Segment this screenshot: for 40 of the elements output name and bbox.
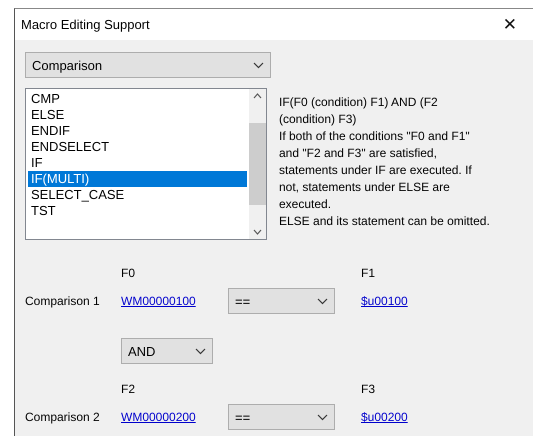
list-item[interactable]: ENDIF [28,123,247,139]
device-link[interactable]: $u00200 [361,410,408,424]
description-text: statements under IF are executed. If [279,162,473,179]
scroll-down-icon[interactable] [253,229,262,235]
list-item[interactable]: IF(MULTI) [28,171,247,187]
operator-dropdown[interactable]: == [228,288,335,314]
list-item[interactable]: SELECT_CASE [28,187,247,203]
chevron-down-icon [195,348,206,354]
list-item[interactable]: ENDSELECT [28,139,247,155]
logic-dropdown[interactable]: AND [121,338,213,364]
description-text: (condition) F3) [279,111,358,128]
window-title: Macro Editing Support [21,17,150,32]
description-text: ELSE and its statement can be omitted. [279,213,490,230]
description-text: IF(F0 (condition) F1) AND (F2 [279,94,439,111]
device-link[interactable]: WM00000100 [121,294,196,308]
field-heading: F1 [360,266,376,282]
description-text: not, statements under ELSE are [279,179,451,196]
device-link[interactable]: WM00000200 [121,410,196,424]
field-heading: F3 [360,382,376,398]
scrollbar[interactable] [249,89,266,239]
operator-dropdown[interactable]: == [228,404,335,430]
scroll-up-icon[interactable] [253,93,262,99]
field-heading: F2 [121,382,136,398]
list-item[interactable]: IF [28,155,247,171]
comparison-label: Comparison 1 [25,294,101,308]
category-dropdown[interactable]: Comparison [25,52,271,78]
device-link[interactable]: $u00100 [361,294,408,308]
field-heading: F0 [121,266,136,282]
list-item[interactable]: CMP [28,91,247,107]
description-text: and "F2 and F3" are satisfied, [279,145,438,162]
scroll-thumb[interactable] [249,123,266,205]
list-item[interactable]: TST [28,203,247,219]
list-item[interactable]: ELSE [28,107,247,123]
comparison-label: Comparison 2 [25,410,101,424]
close-button[interactable]: ✕ [498,14,521,34]
description-text: If both of the conditions "F0 and F1" [279,128,471,145]
chevron-down-icon [317,298,328,304]
chevron-down-icon [253,62,264,68]
chevron-down-icon [317,414,328,420]
description-text: executed. [279,196,332,213]
